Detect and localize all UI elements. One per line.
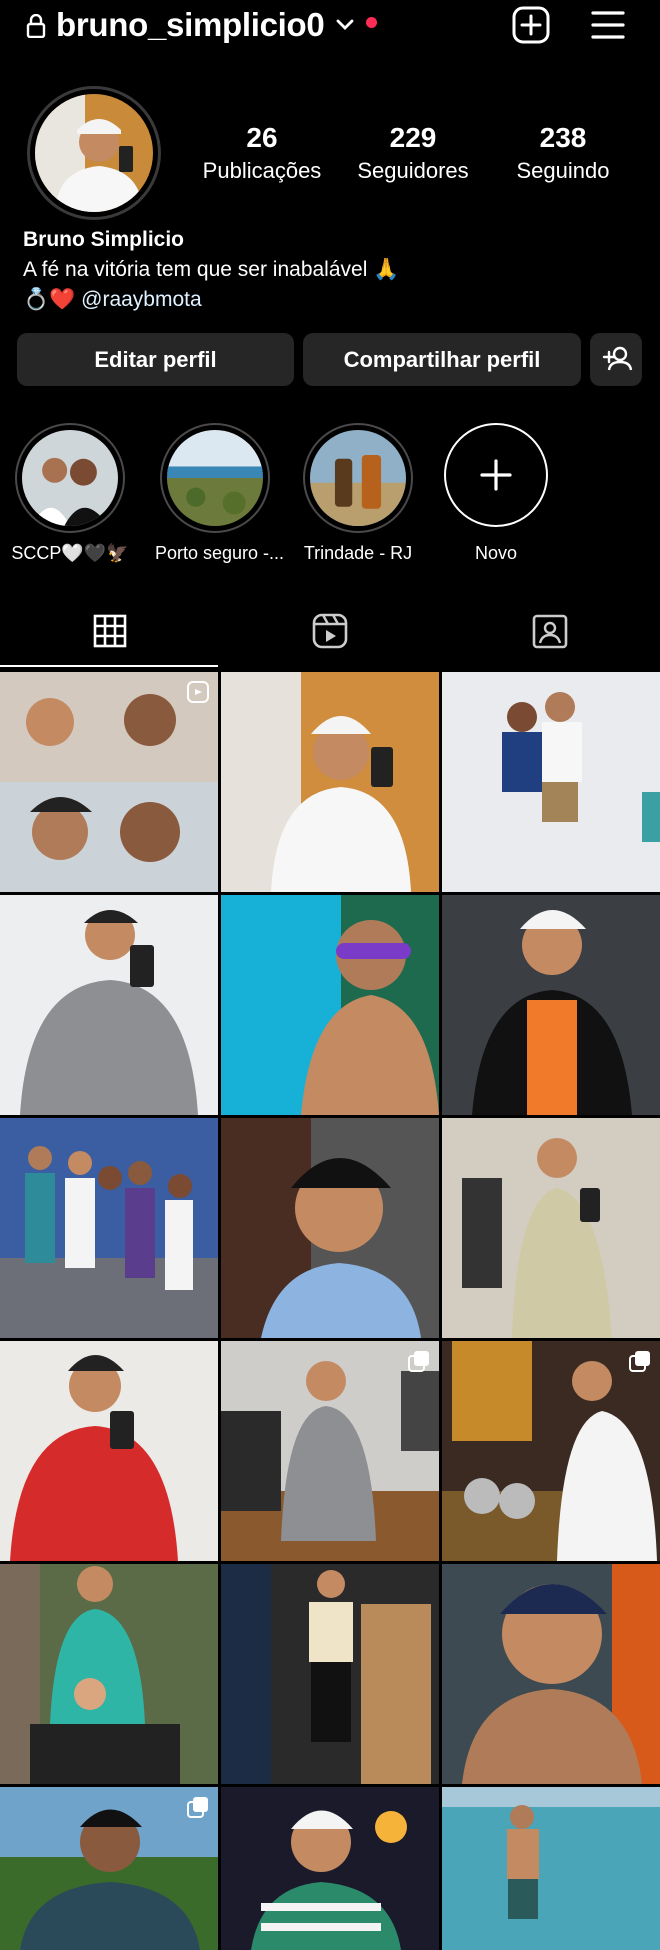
new-post-icon[interactable] — [512, 6, 550, 44]
posts-label: Publicações — [202, 158, 322, 183]
post-thumbnail[interactable] — [0, 672, 218, 892]
tab-tagged[interactable] — [440, 600, 660, 662]
tab-posts-grid[interactable] — [0, 600, 220, 662]
post-thumbnail[interactable] — [442, 1341, 660, 1561]
stat-following[interactable]: 238 Seguindo — [488, 122, 638, 184]
highlight-image — [22, 430, 118, 526]
followers-count: 229 — [389, 122, 437, 153]
top-bar: bruno_simplicio0 — [0, 0, 660, 54]
post-thumbnail[interactable] — [442, 895, 660, 1115]
post-thumbnail[interactable] — [442, 672, 660, 892]
bio-line-2: 💍❤️ @raaybmota — [23, 285, 399, 315]
stat-posts[interactable]: 26 Publicações — [187, 122, 337, 184]
highlight-trindade[interactable]: Trindade - RJ — [298, 423, 418, 564]
highlight-label: Porto seguro -... — [155, 543, 285, 563]
following-count: 238 — [539, 122, 587, 153]
post-thumbnail[interactable] — [221, 1564, 439, 1784]
carousel-icon — [629, 1351, 650, 1372]
add-person-icon — [602, 346, 633, 371]
chevron-down-icon[interactable] — [335, 18, 355, 32]
avatar[interactable] — [35, 94, 153, 212]
highlight-image — [167, 430, 263, 526]
following-label: Seguindo — [516, 158, 610, 183]
highlight-label: Trindade - RJ — [303, 543, 413, 563]
highlight-new[interactable]: Novo — [436, 423, 556, 564]
new-highlight-ring — [444, 423, 548, 527]
highlight-label: Novo — [474, 543, 518, 563]
post-thumbnail[interactable] — [0, 1118, 218, 1338]
carousel-icon — [408, 1351, 429, 1372]
tab-reels[interactable] — [220, 600, 440, 662]
posts-count: 26 — [246, 122, 278, 153]
post-thumbnail[interactable] — [0, 1564, 218, 1784]
highlight-sccp[interactable]: SCCP🤍🖤🦅 — [10, 423, 130, 564]
post-thumbnail[interactable] — [0, 1787, 218, 1950]
edit-profile-button[interactable]: Editar perfil — [17, 333, 294, 386]
post-thumbnail[interactable] — [221, 672, 439, 892]
profile-username[interactable]: bruno_simplicio0 — [56, 6, 325, 44]
carousel-icon — [187, 1797, 208, 1818]
reels-icon — [312, 613, 348, 649]
plus-icon — [480, 459, 512, 491]
share-profile-button[interactable]: Compartilhar perfil — [303, 333, 581, 386]
post-thumbnail[interactable] — [221, 1787, 439, 1950]
highlight-ring — [160, 423, 270, 533]
profile-name: Bruno Simplicio — [23, 228, 185, 251]
highlight-ring — [15, 423, 125, 533]
post-thumbnail[interactable] — [221, 1118, 439, 1338]
bio-emoji: 💍❤️ — [23, 288, 76, 311]
lock-icon — [26, 14, 46, 38]
post-thumbnail[interactable] — [0, 1341, 218, 1561]
post-thumbnail[interactable] — [0, 895, 218, 1115]
post-thumbnail[interactable] — [442, 1118, 660, 1338]
active-tab-indicator — [0, 665, 218, 667]
add-user-button[interactable] — [590, 333, 642, 386]
tagged-icon — [532, 614, 568, 649]
highlight-porto-seguro[interactable]: Porto seguro -... — [155, 423, 285, 564]
profile-bio: Bruno Simplicio A fé na vitória tem que … — [23, 225, 399, 315]
reel-icon — [187, 681, 209, 703]
post-thumbnail[interactable] — [442, 1564, 660, 1784]
notification-dot — [366, 17, 377, 28]
post-thumbnail[interactable] — [442, 1787, 660, 1950]
highlight-label: SCCP🤍🖤🦅 — [11, 543, 129, 563]
mention-link[interactable]: @raaybmota — [81, 288, 202, 311]
grid-icon — [93, 614, 127, 648]
post-thumbnail[interactable] — [221, 1341, 439, 1561]
post-thumbnail[interactable] — [221, 895, 439, 1115]
menu-icon[interactable] — [590, 9, 626, 41]
bio-line: A fé na vitória tem que ser inabalável 🙏 — [23, 258, 400, 281]
stat-followers[interactable]: 229 Seguidores — [338, 122, 488, 184]
highlight-ring — [303, 423, 413, 533]
highlight-image — [310, 430, 406, 526]
followers-label: Seguidores — [357, 158, 469, 183]
